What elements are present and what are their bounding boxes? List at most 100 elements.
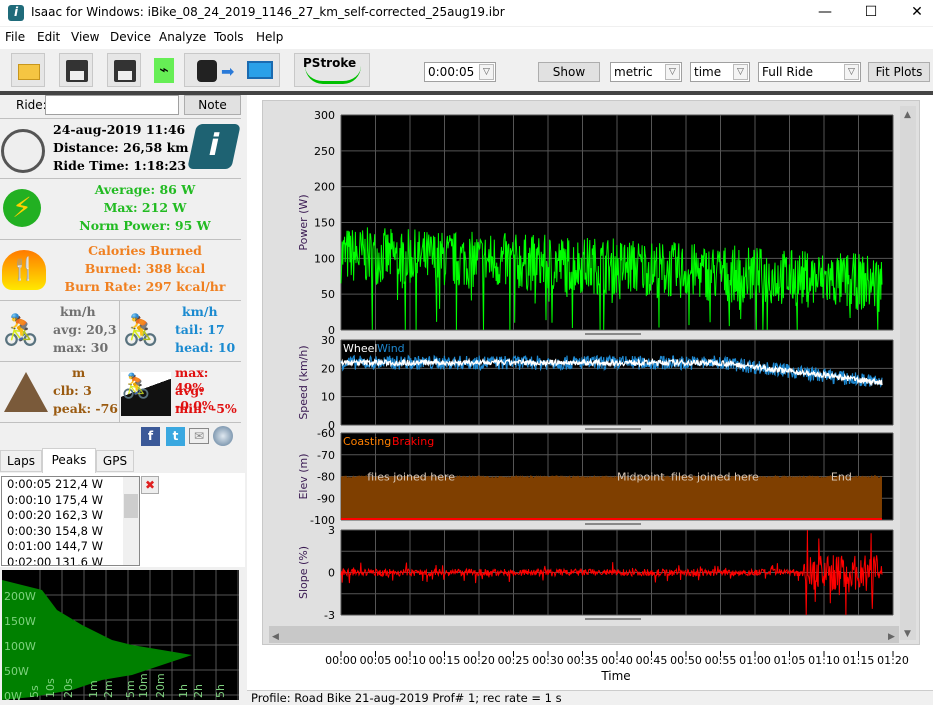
x-tick-label: 1h	[177, 684, 190, 698]
scroll-right-icon: ▶	[888, 632, 895, 642]
download-device-button[interactable]: ➡	[184, 53, 280, 87]
stopwatch-icon	[1, 129, 45, 173]
elevation-annotation: files joined here	[671, 471, 759, 484]
window-title: Isaac for Windows: iBike_08_24_2019_1146…	[31, 5, 505, 19]
units-select[interactable]: metric ▽	[610, 62, 682, 82]
vertical-scrollbar	[900, 106, 916, 640]
open-button[interactable]	[11, 53, 45, 87]
menu-view[interactable]: View	[71, 30, 99, 44]
legend-coasting: Coasting	[343, 435, 391, 448]
x-tick-label: 2m	[102, 680, 115, 698]
maximize-button[interactable]: ☐	[848, 0, 894, 26]
elevation-annotation: files joined here	[367, 471, 455, 484]
tab-laps[interactable]: Laps	[0, 450, 42, 472]
scroll-up-icon: ▲	[904, 110, 911, 120]
power-max: Max: 212 W	[103, 200, 187, 215]
pstroke-button[interactable]: PStroke	[294, 53, 370, 87]
x-axis-title: Time	[600, 669, 630, 683]
summary-section: 24-aug-2019 11:46 Distance: 26,58 km Rid…	[0, 118, 241, 179]
usb-icon[interactable]: ⌁	[154, 58, 174, 83]
google-earth-icon[interactable]	[213, 426, 233, 446]
menu-device[interactable]: Device	[110, 30, 151, 44]
peak-item[interactable]: 0:02:00 131,6 W	[2, 555, 139, 566]
twitter-icon[interactable]: t	[166, 427, 185, 446]
pstroke-icon	[305, 66, 361, 84]
x-tick-label: 01:00	[739, 654, 771, 667]
menu-analyze[interactable]: Analyze	[159, 30, 206, 44]
wind-section: 🚴 km/h tail: 17 head: 10	[120, 301, 241, 362]
peaks-scrollbar[interactable]	[123, 477, 139, 565]
menu-file[interactable]: File	[5, 30, 25, 44]
x-tick-label: 00:55	[705, 654, 737, 667]
menu-edit[interactable]: Edit	[37, 30, 60, 44]
power-section: ⚡ Average: 86 W Max: 212 W Norm Power: 9…	[0, 179, 241, 240]
facebook-icon[interactable]: f	[141, 427, 160, 446]
fit-plots-button[interactable]: Fit Plots	[868, 62, 930, 82]
scroll-thumb[interactable]	[124, 494, 138, 518]
elevation-section: m clb: 3 peak: -76	[0, 362, 120, 423]
scroll-down-icon: ▼	[904, 629, 911, 639]
range-value: Full Ride	[762, 65, 814, 79]
y-tick-label: 250	[314, 145, 335, 158]
email-icon[interactable]: ✉	[189, 428, 209, 444]
menu-help[interactable]: Help	[256, 30, 283, 44]
toolbar: ⌁ ➡ PStroke 0:00:05 ▽ Show metric ▽ time ▽ …	[0, 49, 933, 91]
peak-item[interactable]: 0:01:00 144,7 W	[2, 539, 139, 555]
open-folder-icon	[18, 64, 40, 80]
ride-input[interactable]	[45, 95, 179, 115]
speed-section: 🚴 km/h avg: 20,3 max: 30	[0, 301, 120, 362]
save-button[interactable]	[59, 53, 93, 87]
y-tick-label: 10	[321, 391, 335, 404]
y-tick-label: 20	[321, 362, 335, 375]
x-tick-label: 01:20	[877, 654, 909, 667]
wind-head: head: 10	[175, 340, 236, 355]
x-tick-label: 00:20	[463, 654, 495, 667]
x-tick-label: 00:00	[325, 654, 357, 667]
show-button[interactable]: Show	[538, 62, 600, 82]
save-as-button[interactable]	[107, 53, 141, 87]
note-button[interactable]: Note	[184, 95, 241, 115]
delete-icon[interactable]: ✖	[141, 476, 159, 494]
y-axis-title: Power (W)	[297, 194, 310, 250]
menu-tools[interactable]: Tools	[214, 30, 244, 44]
cyclist-speed-icon: 🚴	[2, 313, 40, 348]
peak-item[interactable]: 0:00:05 212,4 W	[2, 477, 139, 493]
wind-tail: tail: 17	[175, 322, 225, 337]
speed-max: max: 30	[53, 340, 109, 355]
peak-item[interactable]: 0:00:10 175,4 W	[2, 493, 139, 509]
chevron-down-icon: ▽	[844, 64, 859, 80]
range-select[interactable]: Full Ride ▽	[758, 62, 861, 82]
arrow-right-icon: ➡	[221, 62, 235, 81]
legend-braking: Braking	[392, 435, 434, 448]
x-tick-label: 1m	[87, 680, 100, 698]
ride-time: Ride Time: 1:18:23	[53, 158, 187, 173]
close-button[interactable]: ✕	[894, 0, 933, 26]
x-tick-label: 00:40	[601, 654, 633, 667]
y-tick-label: 50W	[4, 665, 29, 678]
minimize-button[interactable]: —	[802, 0, 848, 26]
interval-select[interactable]: 0:00:05 ▽	[424, 62, 496, 82]
x-tick-label: 20s	[62, 678, 75, 698]
y-tick-label: -3	[324, 609, 335, 622]
save-as-icon	[114, 60, 136, 82]
xaxis-select[interactable]: time ▽	[690, 62, 750, 82]
app-logo-icon: i	[8, 5, 24, 21]
peak-item[interactable]: 0:00:20 162,3 W	[2, 508, 139, 524]
x-tick-label: 2h	[192, 684, 205, 698]
monitor-icon	[247, 61, 273, 79]
tab-gps[interactable]: GPS	[96, 450, 134, 472]
y-tick-label: 0	[328, 567, 335, 580]
x-tick-label: 01:15	[843, 654, 875, 667]
x-tick-label: 00:45	[636, 654, 668, 667]
y-axis-title: Elev (m)	[297, 453, 310, 499]
y-tick-label: -60	[317, 427, 335, 440]
y-axis-title: Speed (km/h)	[297, 345, 310, 419]
peak-item[interactable]: 0:00:30 154,8 W	[2, 524, 139, 540]
ride-datetime: 24-aug-2019 11:46	[53, 122, 186, 137]
device-icon	[197, 60, 217, 82]
y-tick-label: 0W	[4, 690, 22, 700]
y-tick-label: -80	[317, 471, 335, 484]
tab-peaks[interactable]: Peaks	[42, 448, 96, 474]
peaks-list[interactable]: 0:00:05 212,4 W 0:00:10 175,4 W 0:00:20 …	[1, 476, 140, 566]
y-tick-label: 100W	[4, 640, 36, 653]
